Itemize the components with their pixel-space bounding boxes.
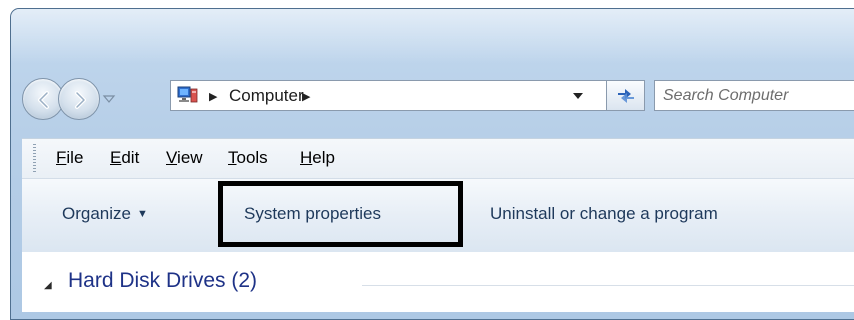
collapse-triangle-icon[interactable]: ◢ [44, 280, 52, 291]
menu-edit-accel: E [110, 148, 122, 167]
group-header-hard-disk-drives[interactable]: Hard Disk Drives (2) [68, 269, 257, 293]
recent-pages-chevron-icon[interactable] [102, 92, 116, 106]
menu-file-label: ile [66, 148, 84, 167]
refresh-icon [618, 89, 634, 103]
menu-tools[interactable]: Tools [228, 148, 268, 168]
menu-help-accel: H [300, 148, 313, 167]
refresh-button[interactable] [607, 80, 645, 111]
menu-bar: File Edit View Tools Help [22, 138, 854, 179]
back-arrow-icon [38, 91, 49, 109]
menu-file-accel: F [56, 148, 67, 167]
menu-view[interactable]: View [166, 148, 203, 168]
group-divider [362, 285, 854, 286]
breadcrumb-computer[interactable]: Computer [229, 86, 304, 106]
breadcrumb-separator-icon[interactable]: ▶ [302, 90, 310, 103]
menu-edit[interactable]: Edit [110, 148, 139, 168]
menu-view-label: iew [177, 148, 203, 167]
forward-button[interactable] [58, 78, 100, 120]
file-list-area: ◢ Hard Disk Drives (2) [22, 252, 854, 312]
menu-view-accel: V [166, 148, 178, 167]
menu-tools-accel: T [228, 148, 237, 167]
address-bar[interactable]: ▶ Computer ▶ [170, 80, 607, 111]
organize-button[interactable]: Organize ▼ [62, 204, 148, 224]
menu-help-label: elp [312, 148, 335, 167]
computer-icon [177, 86, 198, 103]
menu-help[interactable]: Help [300, 148, 335, 168]
menu-edit-label: dit [121, 148, 140, 167]
uninstall-program-button[interactable]: Uninstall or change a program [490, 204, 718, 224]
address-dropdown-icon[interactable] [572, 92, 584, 100]
breadcrumb-separator-icon[interactable]: ▶ [209, 90, 217, 103]
organize-label: Organize [62, 204, 131, 223]
chevron-down-icon: ▼ [136, 208, 148, 220]
forward-arrow-icon [75, 91, 86, 109]
search-input[interactable] [663, 85, 854, 107]
menu-tools-label: ools [236, 148, 268, 167]
highlight-annotation [218, 181, 463, 247]
menu-file[interactable]: File [56, 148, 83, 168]
navigation-bar: ▶ Computer ▶ [22, 70, 854, 130]
menu-grip [33, 144, 36, 174]
search-box[interactable] [654, 80, 854, 111]
